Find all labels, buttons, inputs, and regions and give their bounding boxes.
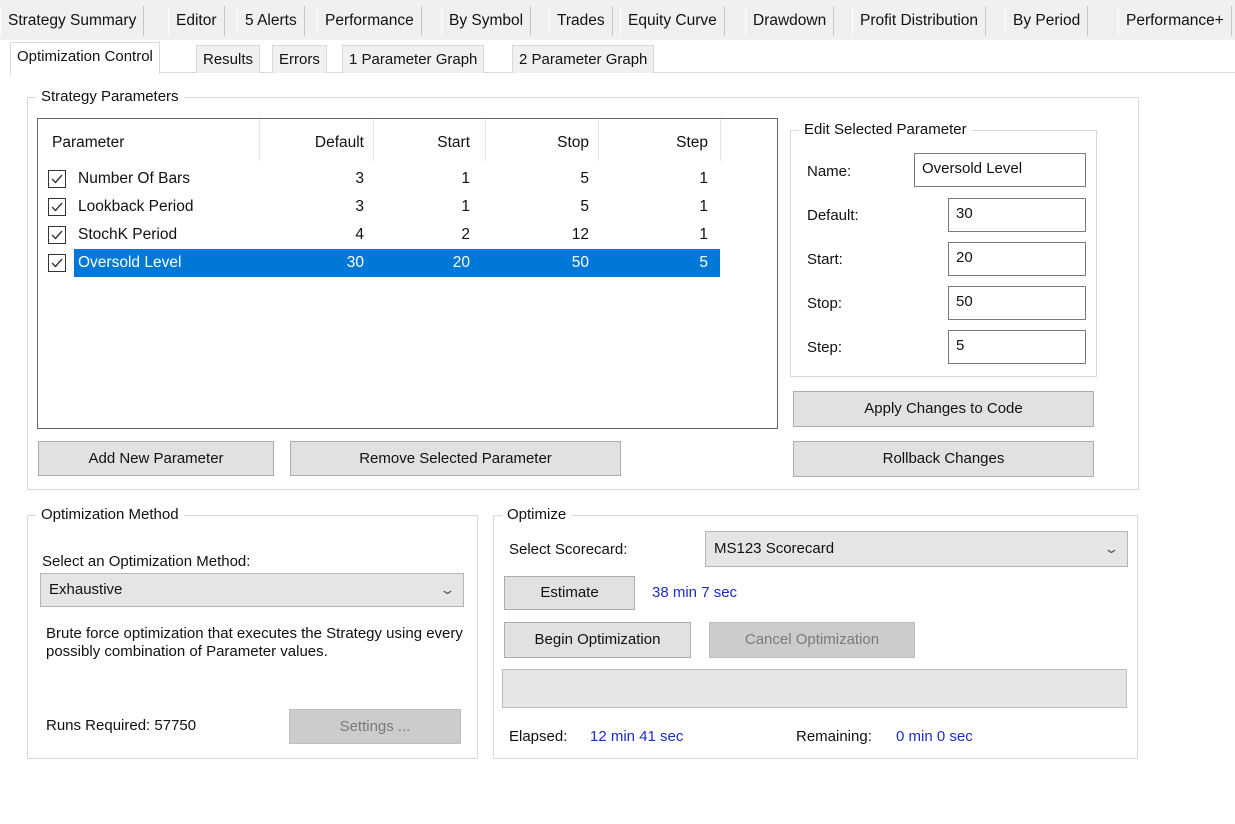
column-divider (259, 119, 260, 161)
tab-results[interactable]: Results (196, 45, 261, 73)
optimization-method-value: Exhaustive (49, 581, 123, 598)
begin-optimization-button[interactable]: Begin Optimization (504, 622, 691, 658)
parameter-step: 5 (699, 254, 708, 271)
parameter-default: 3 (355, 198, 364, 215)
parameter-default-field[interactable]: 30 (948, 198, 1086, 232)
scorecard-value: MS123 Scorecard (714, 540, 835, 557)
parameter-checkbox[interactable] (48, 226, 66, 244)
parameter-step: 1 (699, 198, 708, 215)
optimization-progress-bar (502, 669, 1127, 708)
parameter-step-field[interactable]: 5 (948, 330, 1086, 364)
parameter-name: Lookback Period (78, 198, 194, 215)
tab-profit-distribution[interactable]: Profit Distribution (852, 6, 987, 36)
default-label: Default: (807, 207, 859, 224)
column-divider (598, 119, 599, 161)
column-header-stop[interactable]: Stop (488, 134, 589, 152)
parameter-row[interactable]: Number Of Bars 3 1 5 1 (38, 165, 760, 193)
parameter-row[interactable]: StochK Period 4 2 12 1 (38, 221, 760, 249)
chevron-down-icon: ⌄ (1103, 541, 1120, 556)
tab-strategy-summary[interactable]: Strategy Summary (0, 6, 145, 36)
parameter-stop: 5 (580, 170, 589, 187)
column-header-step[interactable]: Step (598, 134, 708, 152)
parameter-stop: 5 (580, 198, 589, 215)
tab-2-parameter-graph[interactable]: 2 Parameter Graph (512, 45, 655, 73)
tab-by-symbol[interactable]: By Symbol (441, 6, 532, 36)
parameter-stop: 12 (571, 226, 589, 243)
parameter-checkbox[interactable] (48, 254, 66, 272)
tab-alerts[interactable]: 5 Alerts (237, 6, 305, 36)
settings-button[interactable]: Settings ... (289, 709, 461, 744)
tab-editor[interactable]: Editor (168, 6, 225, 36)
remove-selected-parameter-button[interactable]: Remove Selected Parameter (290, 441, 621, 476)
tab-trades[interactable]: Trades (549, 6, 613, 36)
column-header-default[interactable]: Default (258, 134, 364, 152)
parameter-stop-field[interactable]: 50 (948, 286, 1086, 320)
strategy-parameters-title: Strategy Parameters (36, 88, 184, 106)
parameter-start: 20 (452, 254, 470, 271)
parameter-start: 1 (461, 198, 470, 215)
parameter-row-selected[interactable]: Oversold Level 30 20 50 5 (38, 249, 760, 277)
tab-equity-curve[interactable]: Equity Curve (620, 6, 725, 36)
add-new-parameter-button[interactable]: Add New Parameter (38, 441, 274, 476)
parameter-default: 30 (346, 254, 364, 271)
tab-performance-plus[interactable]: Performance+ (1118, 6, 1232, 36)
select-method-label: Select an Optimization Method: (42, 553, 251, 570)
runs-required-label: Runs Required: 57750 (46, 717, 197, 734)
parameter-name: Oversold Level (78, 254, 182, 271)
start-label: Start: (807, 251, 843, 268)
optimization-tab-bar: Optimization Control Results Errors 1 Pa… (10, 40, 1235, 74)
tab-performance[interactable]: Performance (317, 6, 422, 36)
parameter-row[interactable]: Lookback Period 3 1 5 1 (38, 193, 760, 221)
column-divider (720, 119, 721, 161)
name-label: Name: (807, 163, 852, 180)
optimization-method-select[interactable]: Exhaustive ⌄ (40, 573, 464, 607)
parameter-step: 1 (699, 226, 708, 243)
parameter-default: 4 (355, 226, 364, 243)
edit-selected-parameter-title: Edit Selected Parameter (799, 121, 972, 139)
parameter-checkbox[interactable] (48, 198, 66, 216)
optimization-method-title: Optimization Method (36, 506, 184, 524)
optimize-title: Optimize (502, 506, 572, 524)
column-header-parameter[interactable]: Parameter (52, 134, 124, 152)
parameter-default: 3 (355, 170, 364, 187)
parameter-step: 1 (699, 170, 708, 187)
parameter-list[interactable]: Parameter Default Start Stop Step Number… (37, 118, 778, 429)
stop-label: Stop: (807, 295, 843, 312)
tab-by-period[interactable]: By Period (1005, 6, 1089, 36)
column-divider (485, 119, 486, 161)
tab-drawdown[interactable]: Drawdown (745, 6, 835, 36)
parameter-start-field[interactable]: 20 (948, 242, 1086, 276)
column-divider (373, 119, 374, 161)
parameter-start: 1 (461, 170, 470, 187)
cancel-optimization-button[interactable]: Cancel Optimization (709, 622, 915, 658)
parameter-name: Number Of Bars (78, 170, 190, 187)
step-label: Step: (807, 339, 843, 356)
tab-1-parameter-graph[interactable]: 1 Parameter Graph (342, 45, 485, 73)
parameter-stop: 50 (571, 254, 589, 271)
remaining-value: 0 min 0 sec (896, 728, 973, 745)
scorecard-select[interactable]: MS123 Scorecard ⌄ (705, 531, 1128, 567)
remaining-label: Remaining: (796, 728, 872, 745)
parameter-start: 2 (461, 226, 470, 243)
tab-optimization-control[interactable]: Optimization Control (10, 42, 160, 74)
select-scorecard-label: Select Scorecard: (509, 541, 628, 558)
method-description: Brute force optimization that executes t… (46, 625, 463, 660)
rollback-changes-button[interactable]: Rollback Changes (793, 441, 1094, 477)
elapsed-value: 12 min 41 sec (590, 728, 684, 745)
parameter-name-field[interactable]: Oversold Level (914, 153, 1086, 187)
estimate-value: 38 min 7 sec (652, 584, 738, 601)
tab-errors[interactable]: Errors (272, 45, 327, 73)
estimate-button[interactable]: Estimate (504, 576, 635, 610)
chevron-down-icon: ⌄ (439, 582, 456, 597)
main-tab-bar: Strategy Summary Editor 5 Alerts Perform… (0, 0, 1235, 40)
column-header-start[interactable]: Start (368, 134, 470, 152)
parameter-name: StochK Period (78, 226, 178, 243)
apply-changes-button[interactable]: Apply Changes to Code (793, 391, 1094, 427)
parameter-checkbox[interactable] (48, 170, 66, 188)
elapsed-label: Elapsed: (509, 728, 568, 745)
